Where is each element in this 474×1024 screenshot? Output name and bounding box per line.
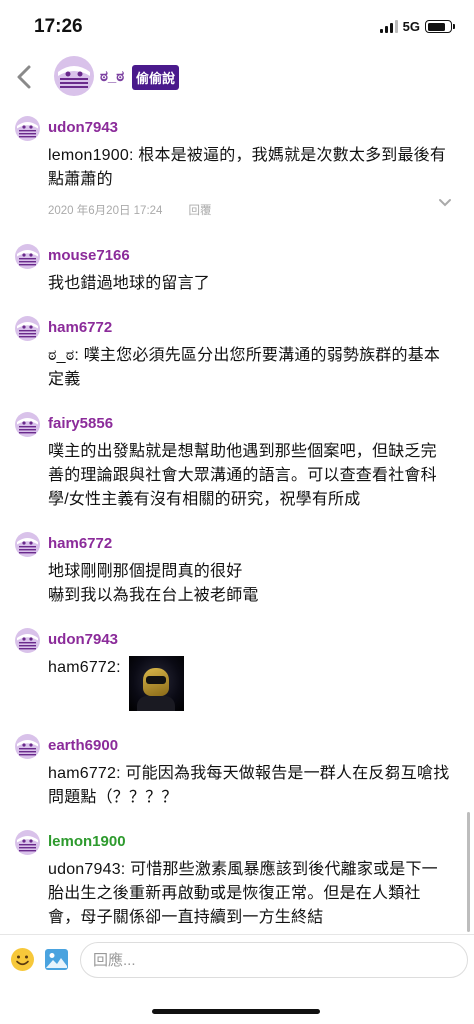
comment-text: 噗主的出發點就是想幫助他遇到那些個案吧，但缺乏完善的理論跟與社會大眾溝通的語言。… [48, 443, 437, 508]
comment-username[interactable]: ham6772 [48, 526, 452, 554]
comment-text: 我也錯過地球的留言了 [48, 275, 211, 292]
comment-text: lemon1900: 根本是被逼的，我媽就是次數太多到最後有點蕭蕭的 [48, 147, 447, 188]
reply-bar [0, 934, 474, 990]
comment-text: udon7943: 可惜那些激素風暴應該到後代離家或是下一胎出生之後重新再啟動或… [48, 861, 438, 926]
header-username[interactable]: ಠ_ಠ [100, 68, 124, 85]
avatar[interactable] [15, 532, 40, 557]
status-bar: 17:26 5G [0, 0, 474, 52]
avatar[interactable] [15, 628, 40, 653]
board-badge: 偷偷說 [132, 65, 180, 90]
comment-text: ham6772: [48, 659, 121, 676]
comment-list: udon7943 lemon1900: 根本是被逼的，我媽就是次數太多到最後有點… [0, 110, 474, 934]
comment-item: udon7943 lemon1900: 根本是被逼的，我媽就是次數太多到最後有點… [0, 110, 474, 238]
avatar[interactable] [15, 244, 40, 269]
avatar[interactable] [15, 316, 40, 341]
scrollbar[interactable] [467, 812, 470, 932]
status-time: 17:26 [34, 16, 83, 37]
network-label: 5G [402, 19, 420, 34]
avatar[interactable] [15, 116, 40, 141]
attached-image[interactable] [129, 656, 185, 711]
comment-username[interactable]: earth6900 [48, 728, 452, 756]
comment-username[interactable]: mouse7166 [48, 238, 452, 266]
reply-input[interactable] [80, 942, 468, 978]
comment-item: fairy5856 噗主的出發點就是想幫助他遇到那些個案吧，但缺乏完善的理論跟與… [0, 406, 474, 526]
comment-username[interactable]: lemon1900 [48, 824, 452, 852]
header: ಠ_ಠ 偷偷說 [0, 52, 474, 102]
comment-text: 地球剛剛那個提問真的很好 [48, 563, 243, 580]
comment-text: ಠ_ಠ: 噗主您必須先區分出您所要溝通的弱勢族群的基本定義 [48, 347, 441, 388]
comment-meta: 2020 年6月20日 17:24 回覆 [48, 202, 452, 218]
comment-item: lemon1900 udon7943: 可惜那些激素風暴應該到後代離家或是下一胎… [0, 824, 474, 934]
comment-username[interactable]: udon7943 [48, 622, 452, 650]
emoji-icon[interactable] [10, 947, 35, 972]
image-icon[interactable] [44, 947, 69, 972]
home-indicator[interactable] [152, 1009, 320, 1014]
comment-item: mouse7166 我也錯過地球的留言了 [0, 238, 474, 310]
comment-item: udon7943 ham6772: [0, 622, 474, 728]
comment-timestamp: 2020 年6月20日 17:24 [48, 205, 163, 217]
comment-text: ham6772: 可能因為我每天做報告是一群人在反芻互嗆找問題點（？？？？ [48, 765, 450, 806]
battery-icon [425, 20, 455, 33]
comment-item: ham6772 ಠ_ಠ: 噗主您必須先區分出您所要溝通的弱勢族群的基本定義 [0, 310, 474, 406]
back-icon[interactable] [14, 62, 36, 92]
avatar[interactable] [54, 56, 94, 96]
signal-icon [379, 20, 398, 33]
comment-item: ham6772 地球剛剛那個提問真的很好 嚇到我以為我在台上被老師電 [0, 526, 474, 622]
comment-text-row: ham6772: [48, 656, 452, 711]
comment-username[interactable]: udon7943 [48, 110, 452, 138]
avatar[interactable] [15, 830, 40, 855]
comment-username[interactable]: ham6772 [48, 310, 452, 338]
chevron-down-icon[interactable] [438, 198, 452, 208]
comment-item: earth6900 ham6772: 可能因為我每天做報告是一群人在反芻互嗆找問… [0, 728, 474, 824]
status-indicators: 5G [379, 19, 455, 34]
comment-username[interactable]: fairy5856 [48, 406, 452, 434]
avatar[interactable] [15, 734, 40, 759]
reply-link[interactable]: 回覆 [188, 202, 211, 218]
comment-text-line2: 嚇到我以為我在台上被老師電 [48, 587, 259, 604]
avatar[interactable] [15, 412, 40, 437]
